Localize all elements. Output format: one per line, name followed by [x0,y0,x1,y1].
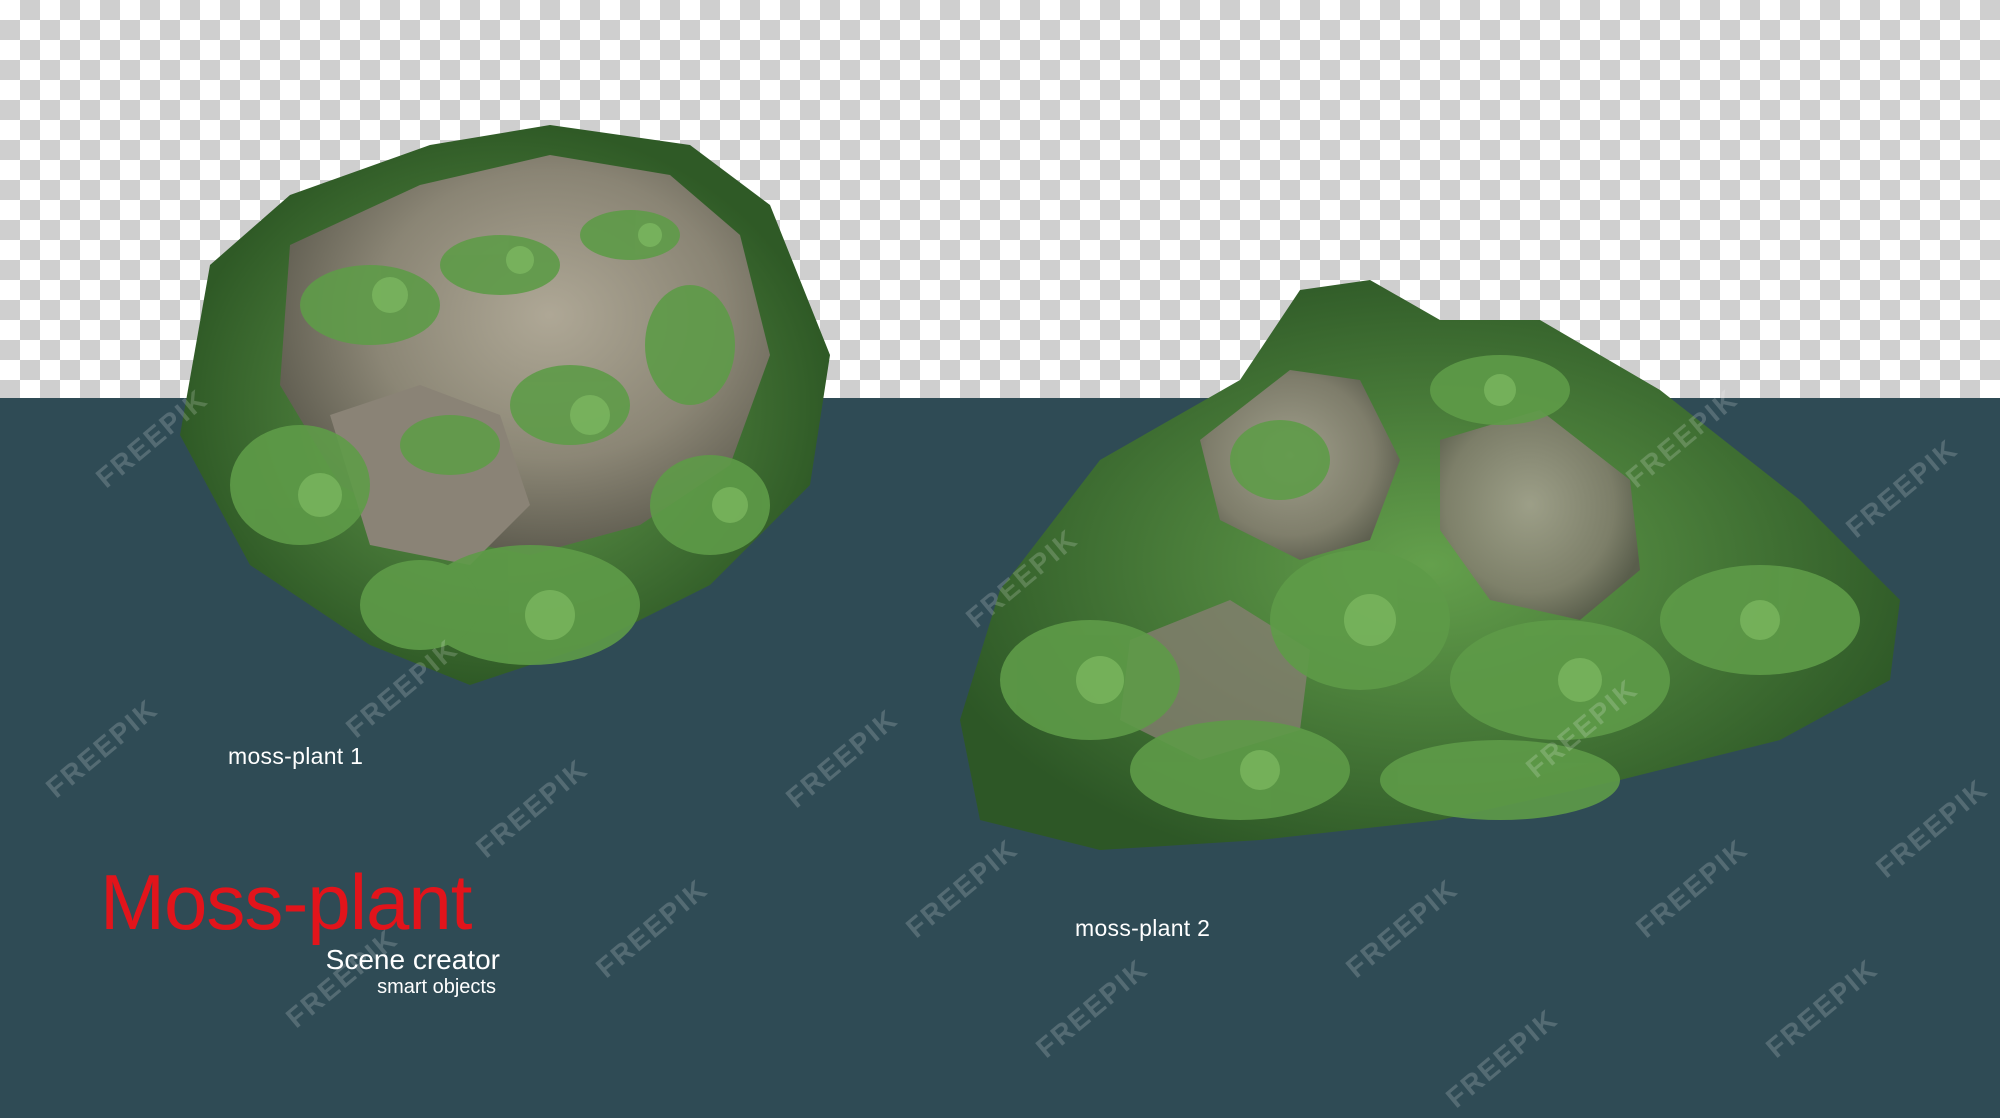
canvas: moss-plant 1 moss-plant 2 Moss-plant Sce… [0,0,2000,1118]
moss-plant-1-caption: moss-plant 1 [228,743,364,769]
subtitle: Scene creator [325,944,500,975]
subtitle-secondary: smart objects [377,976,496,998]
moss-rock-1-image [180,125,830,685]
moss-rock-2-image [960,280,1900,850]
main-title: Moss-plant [100,858,472,946]
moss-plant-2-caption: moss-plant 2 [1075,915,1211,941]
title-block: Moss-plant Scene creator smart objects [100,860,500,998]
